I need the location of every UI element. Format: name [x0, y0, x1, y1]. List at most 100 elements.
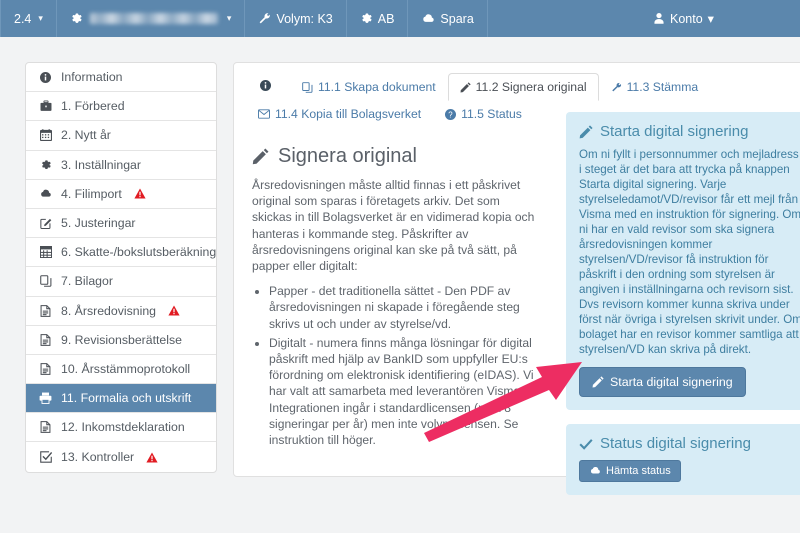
panel-title-text: Status digital signering — [600, 435, 751, 452]
tab-label: 11.1 Skapa dokument — [318, 80, 436, 94]
copy-icon — [38, 275, 53, 288]
sidebar-item-bilagor[interactable]: 7. Bilagor — [26, 267, 216, 297]
tab-stamma[interactable]: 11.3 Stämma — [599, 73, 711, 101]
top-navigation-bar: 2.4 ▾ ▾ Volym: K3 AB Spara Konto ▾ — [0, 0, 800, 37]
sidebar-item-forbered[interactable]: 1. Förbered — [26, 92, 216, 122]
copy-icon — [302, 81, 313, 93]
sidebar-item-kontroller[interactable]: 13. Kontroller — [26, 442, 216, 471]
left-content-column: Signera original Årsredovisningen måste … — [234, 133, 552, 451]
panel-title: Starta digital signering — [579, 123, 800, 140]
calculator-icon — [38, 246, 53, 259]
sidebar-item-label: 5. Justeringar — [61, 216, 136, 231]
pencil-icon — [460, 81, 471, 93]
sidebar-item-justeringar[interactable]: 5. Justeringar — [26, 209, 216, 239]
warning-triangle-icon — [168, 305, 180, 316]
cloud-download-icon — [589, 466, 601, 476]
info-icon — [260, 80, 271, 91]
sidebar-item-label: 11. Formalia och utskrift — [61, 391, 192, 406]
panel-description: Om ni fyllt i personnummer och mejladres… — [579, 148, 800, 356]
volume-selector[interactable]: Volym: K3 — [245, 0, 347, 37]
signing-options-list: Papper - det traditionella sättet - Den … — [252, 283, 538, 448]
cloud-icon — [38, 188, 53, 200]
sidebar-item-filimport[interactable]: 4. Filimport — [26, 180, 216, 209]
gavel-icon — [611, 82, 622, 93]
sidebar-item-arsstammoprotokoll[interactable]: 10. Årsstämmoprotokoll — [26, 355, 216, 385]
status-digital-signing-panel: Status digital signering Hämta status — [566, 424, 800, 495]
tab-info[interactable] — [246, 73, 290, 98]
panel-title-text: Starta digital signering — [600, 123, 749, 140]
checkbox-icon — [38, 451, 53, 463]
chevron-down-icon: ▾ — [707, 12, 714, 26]
gear-icon — [38, 159, 53, 171]
start-digital-signing-button[interactable]: Starta digital signering — [579, 367, 746, 397]
fetch-status-button[interactable]: Hämta status — [579, 460, 681, 482]
sidebar-item-information[interactable]: Information — [26, 63, 216, 93]
document-icon — [38, 363, 53, 375]
sidebar-item-label: 13. Kontroller — [61, 450, 135, 465]
tab-label: 11.4 Kopia till Bolagsverket — [275, 107, 422, 121]
tab-label: 11.2 Signera original — [475, 80, 587, 94]
sidebar-item-label: 8. Årsredovisning — [61, 303, 157, 318]
warning-triangle-icon — [134, 188, 146, 199]
company-name-redacted — [89, 13, 218, 24]
document-icon — [38, 421, 53, 434]
svg-text:?: ? — [448, 110, 453, 119]
sidebar-item-label: 12. Inkomstdeklaration — [61, 420, 185, 435]
sidebar-item-label: 1. Förbered — [61, 99, 125, 114]
envelope-icon — [258, 109, 270, 119]
user-icon — [653, 12, 665, 25]
check-icon — [579, 438, 593, 450]
version-selector[interactable]: 2.4 ▾ — [0, 0, 57, 37]
sidebar-item-skatteberakning[interactable]: 6. Skatte-/bokslutsberäkning — [26, 238, 217, 268]
gear-icon — [70, 12, 83, 25]
printer-icon — [38, 392, 53, 405]
sidebar-item-nytt-ar[interactable]: 2. Nytt år — [26, 121, 216, 151]
tab-kopia-till-bolagsverket[interactable]: 11.4 Kopia till Bolagsverket — [246, 100, 433, 128]
company-form-label: AB — [377, 11, 395, 26]
company-form-selector[interactable]: AB — [347, 0, 409, 37]
pencil-icon — [252, 148, 269, 165]
sidebar-item-installningar[interactable]: 3. Inställningar — [26, 151, 216, 180]
sidebar-item-label: 2. Nytt år — [61, 128, 111, 143]
panel-title: Status digital signering — [579, 435, 800, 452]
account-menu[interactable]: Konto ▾ — [640, 0, 727, 37]
pencil-icon — [579, 124, 593, 139]
intro-paragraph: Årsredovisningen måste alltid finnas i e… — [252, 178, 535, 274]
sidebar-item-label: 4. Filimport — [61, 186, 122, 201]
save-label: Spara — [440, 11, 474, 26]
calendar-icon — [38, 129, 53, 142]
button-label: Starta digital signering — [610, 375, 733, 389]
briefcase-icon — [38, 100, 53, 112]
volume-label: Volym: K3 — [276, 11, 333, 26]
sidebar-navigation: Information 1. Förbered 2. Nytt år 3. In… — [25, 62, 217, 473]
tab-status[interactable]: ? 11.5 Status — [433, 100, 534, 128]
version-label: 2.4 — [14, 11, 32, 26]
button-label: Hämta status — [606, 465, 671, 477]
list-item: Papper - det traditionella sättet - Den … — [269, 283, 538, 332]
sidebar-item-revisionsberattelse[interactable]: 9. Revisionsberättelse — [26, 326, 216, 355]
company-selector[interactable]: ▾ — [57, 0, 246, 37]
pencil-icon — [592, 376, 604, 388]
tab-label: 11.3 Stämma — [626, 80, 699, 94]
sidebar-item-label: 6. Skatte-/bokslutsberäkning — [61, 245, 217, 260]
cloud-save-icon — [421, 12, 435, 26]
sidebar-item-formalia-och-utskrift[interactable]: 11. Formalia och utskrift — [26, 384, 216, 414]
tab-skapa-dokument[interactable]: 11.1 Skapa dokument — [290, 73, 448, 101]
sidebar-item-label: 7. Bilagor — [61, 274, 113, 289]
chevron-down-icon: ▾ — [226, 13, 232, 23]
warning-triangle-icon — [146, 452, 158, 463]
save-button[interactable]: Spara — [408, 0, 488, 37]
edit-square-icon — [38, 217, 53, 230]
sidebar-item-label: 10. Årsstämmoprotokoll — [61, 361, 191, 376]
sidebar-item-inkomstdeklaration[interactable]: 12. Inkomstdeklaration — [26, 413, 216, 443]
page-title: Signera original — [252, 145, 538, 168]
sidebar-item-arsredovisning[interactable]: 8. Årsredovisning — [26, 297, 216, 326]
right-info-column: Starta digital signering Om ni fyllt i p… — [566, 112, 800, 509]
document-icon — [38, 333, 53, 346]
gear-icon — [360, 12, 373, 25]
tab-label: 11.5 Status — [461, 107, 522, 121]
sidebar-item-label: Information — [61, 70, 123, 85]
question-icon: ? — [445, 108, 457, 120]
tab-signera-original[interactable]: 11.2 Signera original — [447, 73, 599, 101]
list-item: Digitalt - numera finns många lösningar … — [269, 335, 538, 448]
